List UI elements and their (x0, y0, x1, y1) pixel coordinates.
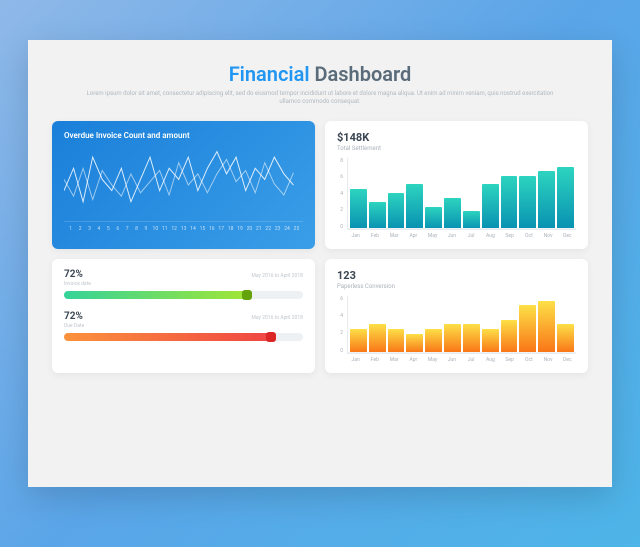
conversion-metric: 123 (337, 269, 576, 282)
tick: 2 (75, 226, 84, 232)
tick: 8 (132, 226, 141, 232)
tick: 11 (160, 226, 169, 232)
dashboard-slide: Financial Dashboard Lorem ipsum dolor si… (28, 40, 612, 487)
bar (519, 176, 536, 229)
conversion-x-axis: JanFebMarAprMayJunJulAugSepOctNovDec (337, 357, 576, 363)
tick: 13 (179, 226, 188, 232)
bar (350, 189, 367, 229)
tick: 19 (235, 226, 244, 232)
tick: 15 (198, 226, 207, 232)
page-subtitle: Lorem ipsum dolor sit amet, consectetur … (52, 90, 588, 107)
bar (463, 211, 480, 229)
progress-label: Invoice date (64, 281, 91, 287)
settlement-metric: $148K (337, 131, 576, 144)
tick: 16 (207, 226, 216, 232)
bar (444, 324, 461, 353)
overdue-title: Overdue Invoice Count and amount (64, 131, 303, 140)
bar (388, 193, 405, 229)
progress-row: 72%Due Date May 2016 to April 2018 (64, 311, 303, 341)
tick: 4 (94, 226, 103, 232)
progress-label: Due Date (64, 323, 84, 329)
tick: 14 (188, 226, 197, 232)
conversion-bar-chart: 6420 (337, 296, 576, 354)
settlement-bar-chart: 86420 (337, 158, 576, 230)
progress-row: 72%Invoice date May 2016 to April 2018 (64, 269, 303, 299)
settlement-label: Total Settlement (337, 145, 576, 152)
progress-card: 72%Invoice dateMay 2016 to April 201872%… (52, 259, 315, 373)
conversion-label: Paperless Conversion (337, 283, 576, 290)
bar (369, 202, 386, 229)
progress-range: May 2016 to April 2018 (252, 273, 304, 279)
progress-pct: 72% (64, 311, 84, 322)
overdue-line-chart (64, 146, 303, 224)
bar (425, 207, 442, 229)
tick: 17 (217, 226, 226, 232)
tick: 22 (264, 226, 273, 232)
bar (501, 320, 518, 353)
tick: 18 (226, 226, 235, 232)
bar (388, 329, 405, 353)
conversion-bars (347, 296, 576, 354)
bar (406, 334, 423, 353)
progress-bar (64, 291, 303, 299)
progress-bar (64, 333, 303, 341)
tick: 3 (85, 226, 94, 232)
settlement-x-axis: JanFebMarAprMayJunJulAugSepOctNovDec (337, 233, 576, 239)
tick: 7 (122, 226, 131, 232)
tick: 21 (254, 226, 263, 232)
tick: 10 (151, 226, 160, 232)
bar (519, 305, 536, 353)
dashboard-grid: Overdue Invoice Count and amount 1234567… (52, 121, 588, 373)
bar (406, 184, 423, 228)
bar (444, 198, 461, 229)
settlement-card: $148K Total Settlement 86420 JanFebMarAp… (325, 121, 588, 249)
bar (482, 184, 499, 228)
title-rest: Dashboard (310, 62, 412, 86)
bar (538, 301, 555, 353)
settlement-y-axis: 86420 (337, 158, 347, 230)
tick: 6 (113, 226, 122, 232)
tick: 20 (245, 226, 254, 232)
tick: 12 (169, 226, 178, 232)
bar (482, 329, 499, 353)
bar (501, 176, 518, 229)
bar (350, 329, 367, 353)
tick: 9 (141, 226, 150, 232)
progress-pct: 72% (64, 269, 91, 280)
bar (463, 324, 480, 353)
tick: 5 (104, 226, 113, 232)
page-title: Financial Dashboard (52, 62, 588, 86)
bar (538, 171, 555, 229)
overdue-invoice-card: Overdue Invoice Count and amount 1234567… (52, 121, 315, 249)
conversion-y-axis: 6420 (337, 296, 347, 354)
tick: 1 (66, 226, 75, 232)
tick: 25 (292, 226, 301, 232)
progress-range: May 2016 to April 2018 (252, 315, 304, 321)
tick: 24 (282, 226, 291, 232)
title-highlight: Financial (229, 62, 310, 86)
bar (369, 324, 386, 353)
bar (557, 324, 574, 353)
settlement-bars (347, 158, 576, 230)
bar (425, 329, 442, 353)
conversion-card: 123 Paperless Conversion 6420 JanFebMarA… (325, 259, 588, 373)
overdue-x-axis: 1234567891011121314151617181920212223242… (64, 226, 303, 232)
tick: 23 (273, 226, 282, 232)
bar (557, 167, 574, 229)
